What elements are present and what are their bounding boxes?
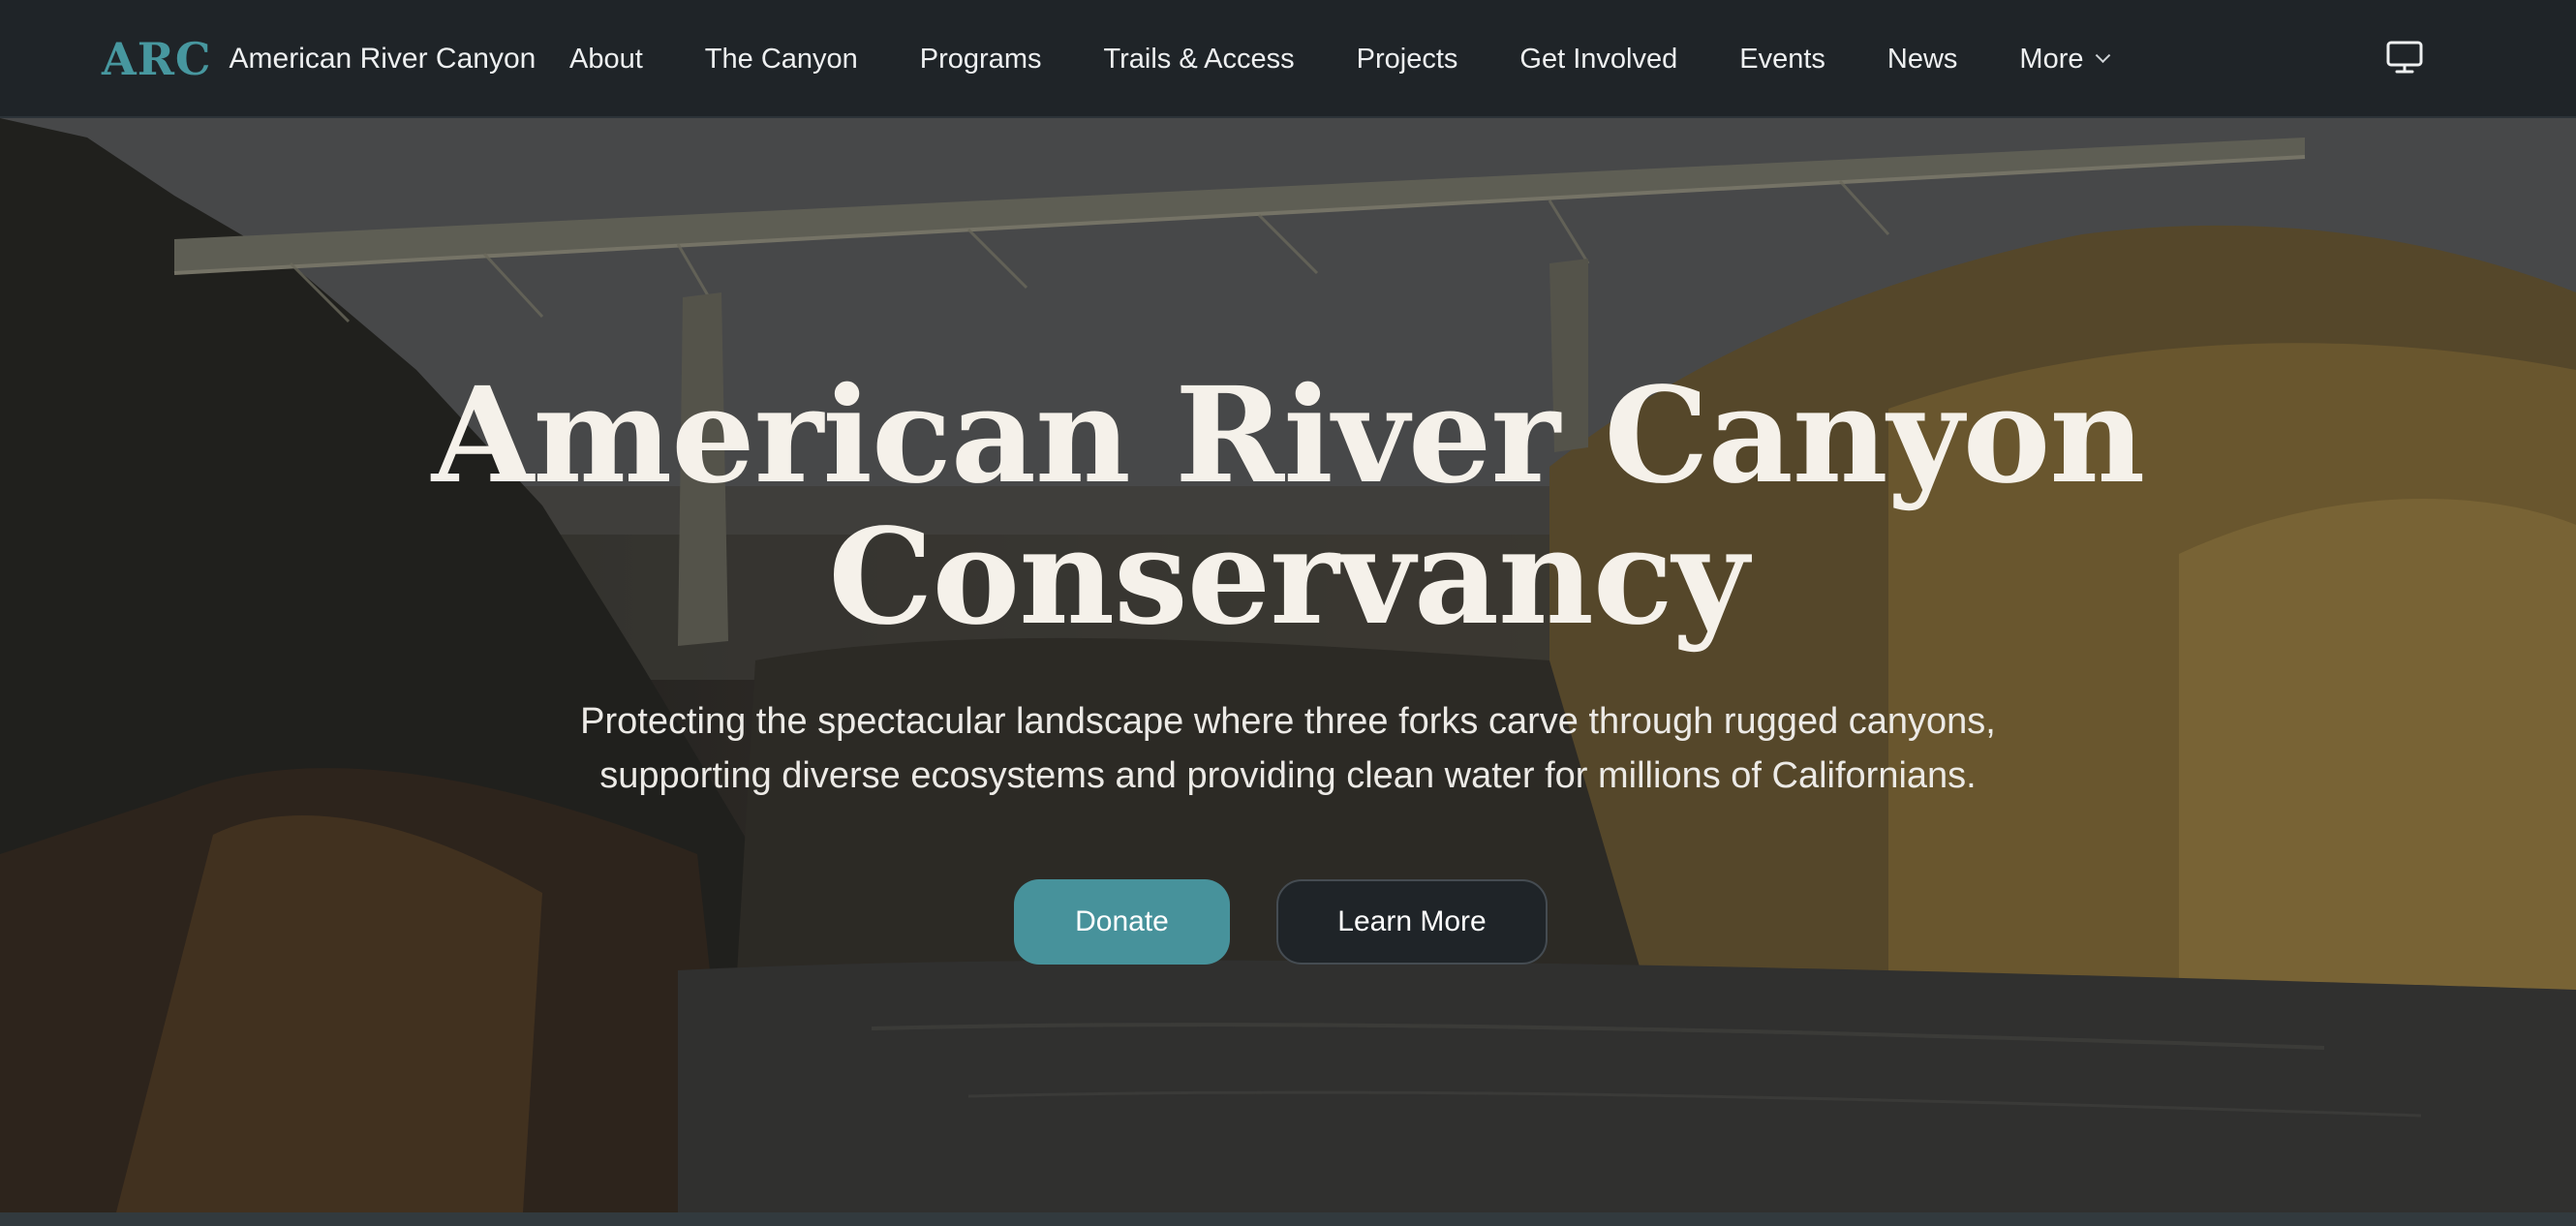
section-divider xyxy=(0,1212,2576,1226)
hero-title-line-1: American River Canyon xyxy=(431,358,2146,513)
main-nav: About The Canyon Programs Trails & Acces… xyxy=(569,0,2170,118)
hero-dark-overlay xyxy=(0,118,2576,1212)
hero-title-line-2: Conservancy xyxy=(828,500,1748,655)
hero-subtitle: Protecting the spectacular landscape whe… xyxy=(465,694,2111,803)
top-navbar: ARC American River Canyon About The Cany… xyxy=(0,0,2576,118)
brand-link[interactable]: ARC American River Canyon xyxy=(102,0,536,118)
donate-button[interactable]: Donate xyxy=(1014,879,1230,965)
brand-logo[interactable]: ARC xyxy=(102,33,212,85)
nav-link-projects[interactable]: Projects xyxy=(1357,44,1458,76)
nav-more-dropdown[interactable]: More xyxy=(2019,43,2110,76)
nav-link-programs[interactable]: Programs xyxy=(920,44,1042,76)
nav-link-about[interactable]: About xyxy=(569,44,643,76)
learn-more-button[interactable]: Learn More xyxy=(1276,879,1548,965)
monitor-icon xyxy=(2386,41,2423,74)
hero-section: American River Canyon Conservancy Protec… xyxy=(0,118,2576,1212)
chevron-down-icon xyxy=(2095,46,2110,63)
nav-link-the-canyon[interactable]: The Canyon xyxy=(705,44,858,76)
brand-name[interactable]: American River Canyon xyxy=(230,43,537,76)
hero-title: American River Canyon Conservancy xyxy=(320,365,2256,648)
display-mode-button[interactable] xyxy=(2384,37,2425,77)
hero-subtitle-line-1: Protecting the spectacular landscape whe… xyxy=(580,701,1996,742)
nav-link-events[interactable]: Events xyxy=(1739,44,1825,76)
hero-subtitle-line-2: supporting diverse ecosystems and provid… xyxy=(599,755,1977,796)
nav-link-trails-access[interactable]: Trails & Access xyxy=(1104,44,1295,76)
nav-more-label: More xyxy=(2019,43,2084,75)
nav-link-news[interactable]: News xyxy=(1887,44,1958,76)
nav-link-get-involved[interactable]: Get Involved xyxy=(1519,44,1677,76)
